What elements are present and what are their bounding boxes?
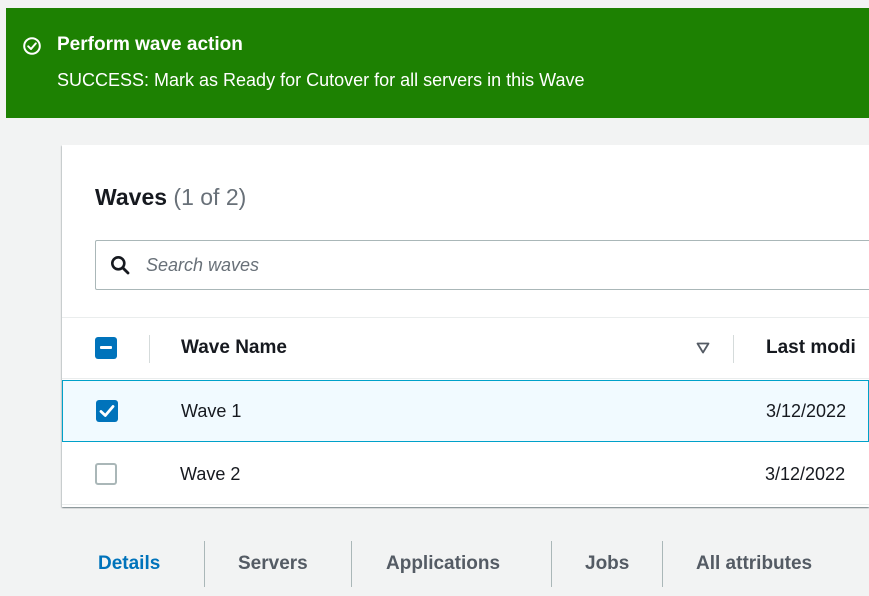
tab-details[interactable]: Details	[98, 552, 160, 576]
tab-separator	[204, 541, 205, 587]
column-divider[interactable]	[733, 335, 734, 363]
table-title: Waves	[95, 184, 168, 210]
cell-last-modified: 3/12/2022	[766, 401, 847, 421]
success-flash-banner: Perform wave action SUCCESS: Mark as Rea…	[6, 8, 869, 118]
search-box	[95, 240, 869, 290]
table-count: (1 of 2)	[173, 184, 247, 210]
tab-separator	[662, 541, 663, 587]
tab-all-attributes[interactable]: All attributes	[696, 552, 812, 576]
table-header-row: Wave Name Last modi	[62, 317, 869, 379]
detail-tabs: Details Servers Applications Jobs All at…	[62, 537, 869, 592]
waves-table-container: Waves (1 of 2) Wave Name Last modi Wave …	[62, 145, 869, 507]
row-checkbox-checked[interactable]	[96, 400, 118, 422]
table-row[interactable]: Wave 1 3/12/2022	[62, 380, 869, 442]
column-header-last-modified[interactable]: Last modi	[766, 336, 856, 360]
flash-title: Perform wave action	[57, 34, 243, 55]
search-input[interactable]	[146, 250, 846, 280]
tab-separator	[551, 541, 552, 587]
cell-last-modified: 3/12/2022	[765, 464, 846, 484]
table-header: Waves (1 of 2)	[95, 183, 246, 211]
cell-wave-name: Wave 1	[181, 401, 242, 421]
column-divider	[149, 335, 150, 363]
tab-servers[interactable]: Servers	[238, 552, 308, 576]
search-icon	[111, 256, 130, 275]
sort-descending-icon[interactable]	[696, 342, 710, 354]
tab-separator	[351, 541, 352, 587]
table-row[interactable]: Wave 2 3/12/2022	[62, 443, 869, 505]
tab-applications[interactable]: Applications	[386, 552, 500, 576]
column-header-wave-name[interactable]: Wave Name	[181, 336, 287, 360]
check-circle-icon	[23, 37, 41, 55]
checkmark-icon	[99, 405, 115, 417]
row-checkbox-unchecked[interactable]	[95, 463, 117, 485]
flash-message: SUCCESS: Mark as Ready for Cutover for a…	[57, 70, 585, 90]
tab-jobs[interactable]: Jobs	[585, 552, 629, 576]
cell-wave-name: Wave 2	[180, 464, 241, 484]
select-all-checkbox[interactable]	[95, 337, 117, 359]
